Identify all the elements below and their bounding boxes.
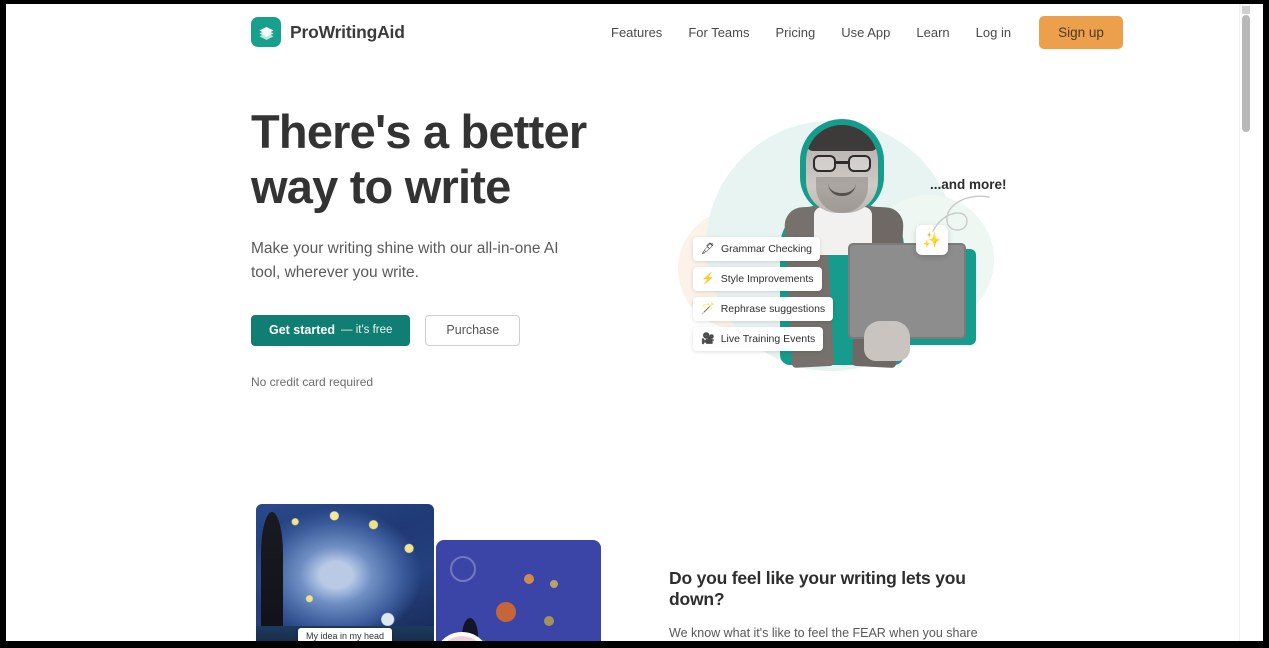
nav-link-features[interactable]: Features <box>606 25 675 40</box>
nav-link-for-teams[interactable]: For Teams <box>675 25 762 40</box>
glasses-icon <box>813 155 871 172</box>
feature-card-label: Live Training Events <box>720 333 816 345</box>
flat-blue-painting <box>436 540 601 641</box>
feature-card-label: Grammar Checking <box>720 243 812 255</box>
main-navigation: Features For Teams Pricing Use App Learn… <box>606 4 1123 61</box>
starry-night-painting: My idea in my head <box>256 504 434 641</box>
no-credit-card-note: No credit card required <box>251 374 374 389</box>
nav-link-learn[interactable]: Learn <box>903 25 962 40</box>
get-started-label: Get started <box>269 323 335 338</box>
section-heading: Do you feel like your writing lets you d… <box>669 568 966 609</box>
magic-wand-icon: 🪄 <box>701 302 715 315</box>
section-illustration: My idea in my head <box>256 504 656 641</box>
stacked-pages-icon <box>251 17 281 47</box>
feature-card-style-improvements[interactable]: ⚡ Style Improvements <box>693 267 822 291</box>
hero-cta-group: Get started — it's free Purchase <box>251 314 611 346</box>
section-body: We know what it's like to feel the FEAR … <box>669 626 978 640</box>
purchase-button[interactable]: Purchase <box>425 314 521 346</box>
idea-in-my-head-label: My idea in my head <box>298 628 393 641</box>
browser-window: ProWritingAid Features For Teams Pricing… <box>6 4 1263 641</box>
scroll-up-arrow[interactable] <box>1242 6 1250 14</box>
site-header: ProWritingAid Features For Teams Pricing… <box>6 4 1251 61</box>
feature-card-list: 🖋 Grammar Checking ⚡ Style Improvements … <box>693 237 853 357</box>
hero-copy: There's a better way to write Make your … <box>251 104 611 389</box>
feature-card-grammar-checking[interactable]: 🖋 Grammar Checking <box>693 237 820 261</box>
hand <box>864 321 910 361</box>
section-writing-lets-you-down: Do you feel like your writing lets you d… <box>669 568 1019 641</box>
nav-link-log-in[interactable]: Log in <box>963 25 1024 40</box>
cypress-tree <box>261 512 283 641</box>
person-head <box>806 125 878 213</box>
page-viewport: ProWritingAid Features For Teams Pricing… <box>6 4 1251 641</box>
hero-subtitle: Make your writing shine with our all-in-… <box>251 239 559 281</box>
page-scrollbar[interactable] <box>1239 4 1251 641</box>
video-camera-icon: 🎥 <box>701 332 715 345</box>
brand-name: ProWritingAid <box>290 21 405 42</box>
and-more-label: ...and more! <box>930 177 1007 192</box>
quill-pen-icon: 🖋 <box>701 242 715 255</box>
feature-card-label: Rephrase suggestions <box>720 303 826 315</box>
nav-link-pricing[interactable]: Pricing <box>762 25 828 40</box>
curved-pointer-line <box>932 195 990 232</box>
hero-title: There's a better way to write <box>251 105 587 214</box>
scrollbar-thumb[interactable] <box>1242 15 1250 132</box>
get-started-button[interactable]: Get started — it's free <box>251 314 411 346</box>
hero-illustration: ✨ ...and more! 🖋 Grammar Checking ⚡ Styl… <box>668 99 1018 389</box>
lightning-bolt-icon: ⚡ <box>701 272 715 285</box>
feature-card-rephrase-suggestions[interactable]: 🪄 Rephrase suggestions <box>693 297 834 321</box>
feature-card-live-training-events[interactable]: 🎥 Live Training Events <box>693 327 824 351</box>
get-started-sublabel: — it's free <box>341 324 393 337</box>
brand-logo[interactable]: ProWritingAid <box>251 17 405 47</box>
laptop <box>848 243 966 339</box>
sign-up-button[interactable]: Sign up <box>1039 16 1123 49</box>
feature-card-label: Style Improvements <box>720 273 814 285</box>
nav-link-use-app[interactable]: Use App <box>828 25 903 40</box>
hair <box>806 125 878 151</box>
